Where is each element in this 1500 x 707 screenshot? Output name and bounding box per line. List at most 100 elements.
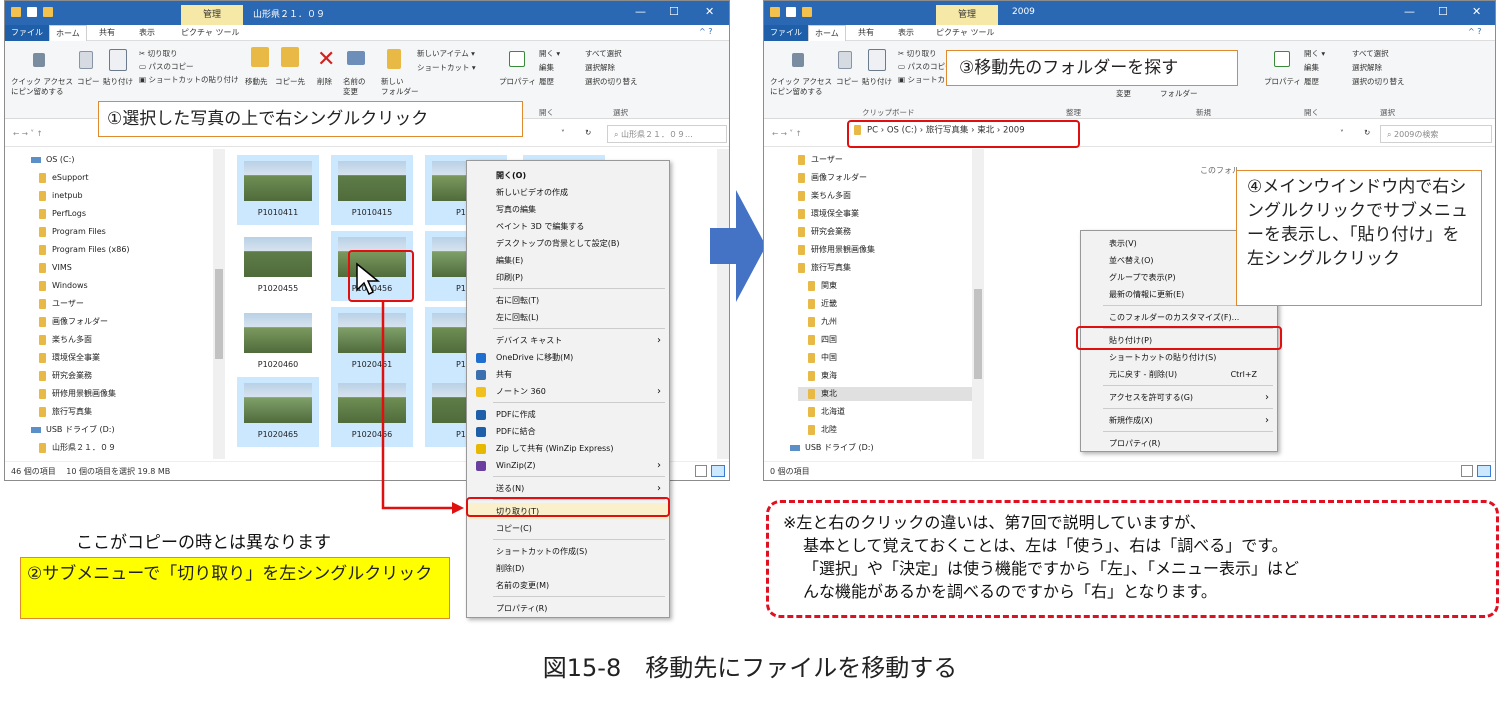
dropdown-icon[interactable]: ˅: [1340, 129, 1344, 139]
change-label[interactable]: 変更: [1116, 89, 1131, 99]
tab-home[interactable]: ホーム: [808, 25, 846, 42]
status-bar: 0 個の項目: [764, 461, 1495, 480]
properties-label[interactable]: プロパティ: [1264, 77, 1301, 87]
menu-item-label: このフォルダーのカスタマイズ(F)...: [1109, 313, 1240, 322]
menu-item-label: 最新の情報に更新(E): [1109, 290, 1185, 299]
nav-item[interactable]: 研究会業務: [798, 225, 851, 239]
navigation-pane: ユーザー画像フォルダー 楽ちん多面環境保全事業研究会業務研修用景観画像集 旅行写真集…: [764, 147, 976, 461]
invert-selection-button[interactable]: 選択の切り替え: [1352, 77, 1405, 87]
folder-icon: [808, 388, 815, 399]
menu-item-label: グループで表示(P): [1109, 273, 1176, 282]
folder-icon: [808, 352, 815, 363]
select-none-button[interactable]: 選択解除: [1352, 63, 1382, 73]
nav-item-label: 関東: [821, 281, 837, 290]
help-icon[interactable]: ^ ?: [1468, 27, 1482, 36]
copy-icon[interactable]: [838, 51, 852, 69]
quick-access-toolbar[interactable]: [770, 7, 812, 17]
menu-item-label: プロパティ(R): [1109, 439, 1161, 448]
folder-label[interactable]: フォルダー: [1160, 89, 1198, 99]
difference-note: ここがコピーの時とは異なります: [76, 533, 331, 553]
menu-item-label: 元に戻す - 削除(U): [1109, 370, 1178, 379]
click-difference-note: ※左と右のクリックの違いは、第7回で説明していますが、 基本として覚えておくこと…: [766, 500, 1499, 618]
history-button[interactable]: 履歴: [1304, 77, 1319, 87]
manage-tab[interactable]: 管理: [936, 5, 998, 25]
folder-icon: [808, 334, 815, 345]
properties-icon[interactable]: [1274, 51, 1290, 67]
refresh-icon[interactable]: ↻: [1364, 128, 1370, 138]
ribbon-tabs: ファイル ホーム 共有 表示 ピクチャ ツール ^ ?: [764, 25, 1495, 42]
menu-item-label: 並べ替え(O): [1109, 256, 1154, 265]
nav-item[interactable]: USB ドライブ (D:): [790, 441, 874, 455]
nav-item[interactable]: 東海: [808, 369, 837, 383]
copy-path-button[interactable]: ▭ パスのコピー: [898, 62, 952, 72]
nav-item-label: 中国: [821, 353, 837, 362]
maximize-icon[interactable]: ☐: [1438, 5, 1448, 18]
menu-item[interactable]: 元に戻す - 削除(U) Ctrl+Z: [1081, 366, 1277, 383]
nav-item[interactable]: 研修用景観画像集: [798, 243, 875, 257]
nav-item[interactable]: ユーザー: [798, 153, 843, 167]
pin-icon[interactable]: [792, 53, 804, 67]
nav-item[interactable]: 関東: [808, 279, 837, 293]
tab-file[interactable]: ファイル: [764, 25, 808, 41]
nav-item[interactable]: 東北: [798, 387, 976, 401]
nav-item[interactable]: 中国: [808, 351, 837, 365]
tab-share[interactable]: 共有: [858, 27, 874, 38]
nav-item[interactable]: 北陸: [808, 423, 837, 437]
nav-item-label: 北海道: [821, 407, 845, 416]
menu-item[interactable]: アクセスを許可する(G) ›: [1081, 389, 1277, 406]
paste-label[interactable]: 貼り付け: [862, 77, 892, 87]
menu-item[interactable]: ショートカットの貼り付け(S): [1081, 349, 1277, 366]
tab-view[interactable]: 表示: [898, 27, 914, 38]
nav-scrollbar[interactable]: [972, 149, 984, 459]
menu-separator: [1103, 385, 1273, 386]
minimize-icon[interactable]: —: [1404, 5, 1415, 18]
nav-item[interactable]: 旅行写真集: [798, 261, 851, 275]
nav-item-label: USB ドライブ (D:): [805, 443, 874, 452]
nav-item-label: 研究会業務: [811, 227, 851, 236]
cut-highlight: [466, 497, 670, 517]
shortcut-text: Ctrl+Z: [1230, 370, 1257, 379]
nav-item[interactable]: 環境保全事業: [798, 207, 859, 221]
paste-icon[interactable]: [868, 49, 886, 71]
flow-arrow-icon: [710, 190, 766, 302]
nav-arrows[interactable]: ← → ˅ ↑: [772, 129, 802, 139]
folder-icon: [808, 298, 815, 309]
open-button[interactable]: 開く ▾: [1304, 49, 1325, 59]
copy-label[interactable]: コピー: [836, 77, 859, 87]
scroll-thumb[interactable]: [974, 289, 982, 379]
nav-item[interactable]: 四国: [808, 333, 837, 347]
nav-item-label: ユーザー: [811, 155, 843, 164]
group-new-label: 新規: [1196, 108, 1211, 117]
folder-icon: [798, 262, 805, 273]
folder-icon: [770, 7, 780, 17]
search-input[interactable]: ⌕ 2009の検索: [1380, 125, 1492, 143]
tiles-view-icon[interactable]: [1477, 465, 1491, 477]
select-all-button[interactable]: すべて選択: [1352, 49, 1389, 59]
menu-item[interactable]: このフォルダーのカスタマイズ(F)...: [1081, 309, 1277, 326]
note-line-2: 基本として覚えておくことは、左は「使う」、右は「調べる」です。: [803, 536, 1288, 555]
drive-icon: [790, 444, 800, 451]
callout-step3: ③移動先のフォルダーを探す: [946, 50, 1238, 86]
callout-step2: ②サブメニューで「切り取り」を左シングルクリック: [20, 557, 450, 619]
nav-item[interactable]: 北海道: [808, 405, 845, 419]
menu-item[interactable]: プロパティ(R): [1081, 435, 1277, 452]
nav-item[interactable]: 九州: [808, 315, 837, 329]
nav-item[interactable]: 楽ちん多面: [798, 189, 851, 203]
nav-item[interactable]: 画像フォルダー: [798, 171, 867, 185]
close-icon[interactable]: ✕: [1472, 5, 1481, 18]
tab-picture-tools[interactable]: ピクチャ ツール: [936, 27, 994, 38]
pin-label[interactable]: クイック アクセス にピン留めする: [770, 77, 832, 97]
search-icon: ⌕: [1387, 130, 1395, 139]
menu-separator: [1103, 408, 1273, 409]
nav-item-label: 九州: [821, 317, 837, 326]
edit-button[interactable]: 編集: [1304, 63, 1319, 73]
new-folder-icon[interactable]: [802, 7, 812, 17]
details-view-icon[interactable]: [1461, 465, 1473, 477]
menu-item[interactable]: 新規作成(X) ›: [1081, 412, 1277, 429]
menu-item-label: ショートカットの貼り付け(S): [1109, 353, 1217, 362]
cut-button[interactable]: ✂ 切り取り: [898, 49, 937, 59]
group-select-label: 選択: [1380, 108, 1395, 117]
nav-item[interactable]: 近畿: [808, 297, 837, 311]
status-text: 0 個の項目: [770, 467, 810, 476]
checkbox-icon[interactable]: [786, 7, 796, 17]
